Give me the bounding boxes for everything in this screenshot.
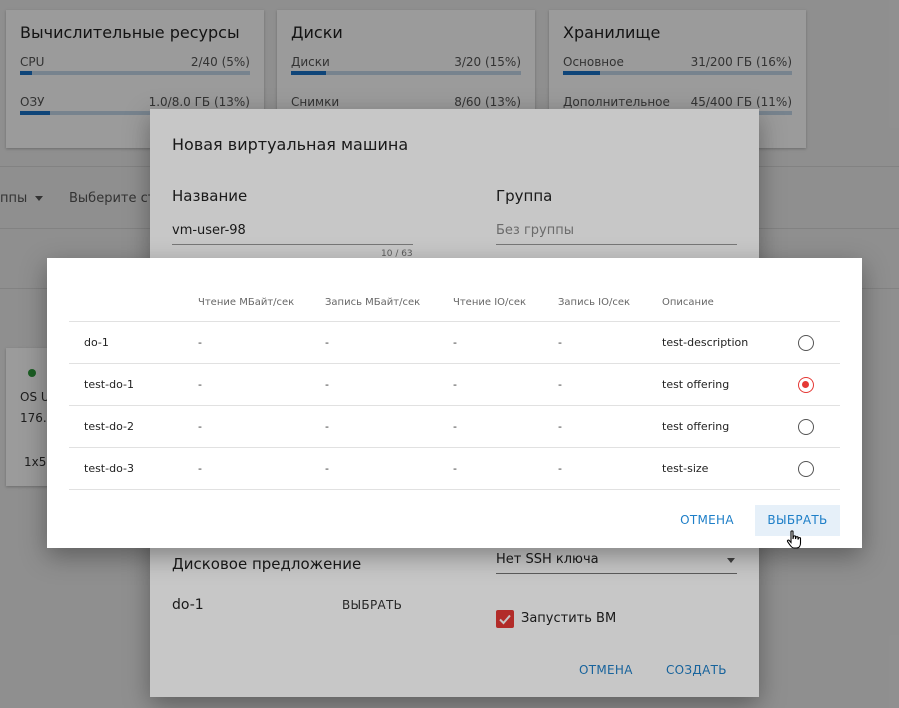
offering-radio[interactable]	[798, 376, 814, 393]
disk-offering-picker-dialog: Чтение МБайт/сек Запись МБайт/сек Чтение…	[47, 258, 862, 548]
metric-cell: -	[558, 363, 662, 406]
metric-cell: -	[198, 363, 325, 406]
table-header-row: Чтение МБайт/сек Запись МБайт/сек Чтение…	[69, 284, 840, 322]
offering-radio[interactable]	[798, 418, 814, 435]
offering-radio[interactable]	[798, 460, 814, 477]
metric-cell: -	[453, 405, 558, 448]
column-header: Описание	[662, 284, 776, 322]
radio-cell	[776, 405, 840, 448]
offering-name-cell: test-do-1	[69, 363, 198, 406]
offering-radio[interactable]	[798, 334, 814, 351]
offering-name-cell: test-do-3	[69, 447, 198, 490]
metric-cell: -	[453, 363, 558, 406]
metric-cell: -	[198, 447, 325, 490]
cancel-button[interactable]: ОТМЕНА	[674, 505, 740, 536]
table-row[interactable]: do-1- - - - test-description	[69, 321, 840, 364]
description-cell: test offering	[662, 405, 776, 448]
radio-cell	[776, 447, 840, 490]
radio-cell	[776, 321, 840, 364]
column-header: Чтение IO/сек	[453, 284, 558, 322]
table-row[interactable]: test-do-1- - - - test offering	[69, 363, 840, 406]
metric-cell: -	[325, 321, 453, 364]
metric-cell: -	[453, 447, 558, 490]
table-row[interactable]: test-do-3- - - - test-size	[69, 447, 840, 490]
column-header: Запись МБайт/сек	[325, 284, 453, 322]
metric-cell: -	[325, 405, 453, 448]
offering-name-cell: do-1	[69, 321, 198, 364]
description-cell: test offering	[662, 363, 776, 406]
metric-cell: -	[558, 447, 662, 490]
table-row[interactable]: test-do-2- - - - test offering	[69, 405, 840, 448]
column-header: Чтение МБайт/сек	[198, 284, 325, 322]
metric-cell: -	[325, 363, 453, 406]
hand-cursor-icon	[786, 530, 802, 549]
description-cell: test-description	[662, 321, 776, 364]
metric-cell: -	[558, 405, 662, 448]
metric-cell: -	[198, 321, 325, 364]
metric-cell: -	[325, 447, 453, 490]
metric-cell: -	[198, 405, 325, 448]
metric-cell: -	[558, 321, 662, 364]
metric-cell: -	[453, 321, 558, 364]
offering-table: Чтение МБайт/сек Запись МБайт/сек Чтение…	[69, 284, 840, 490]
description-cell: test-size	[662, 447, 776, 490]
offering-name-cell: test-do-2	[69, 405, 198, 448]
radio-cell	[776, 363, 840, 406]
column-header-radio	[776, 284, 840, 322]
column-header: Запись IO/сек	[558, 284, 662, 322]
column-header	[69, 284, 198, 322]
